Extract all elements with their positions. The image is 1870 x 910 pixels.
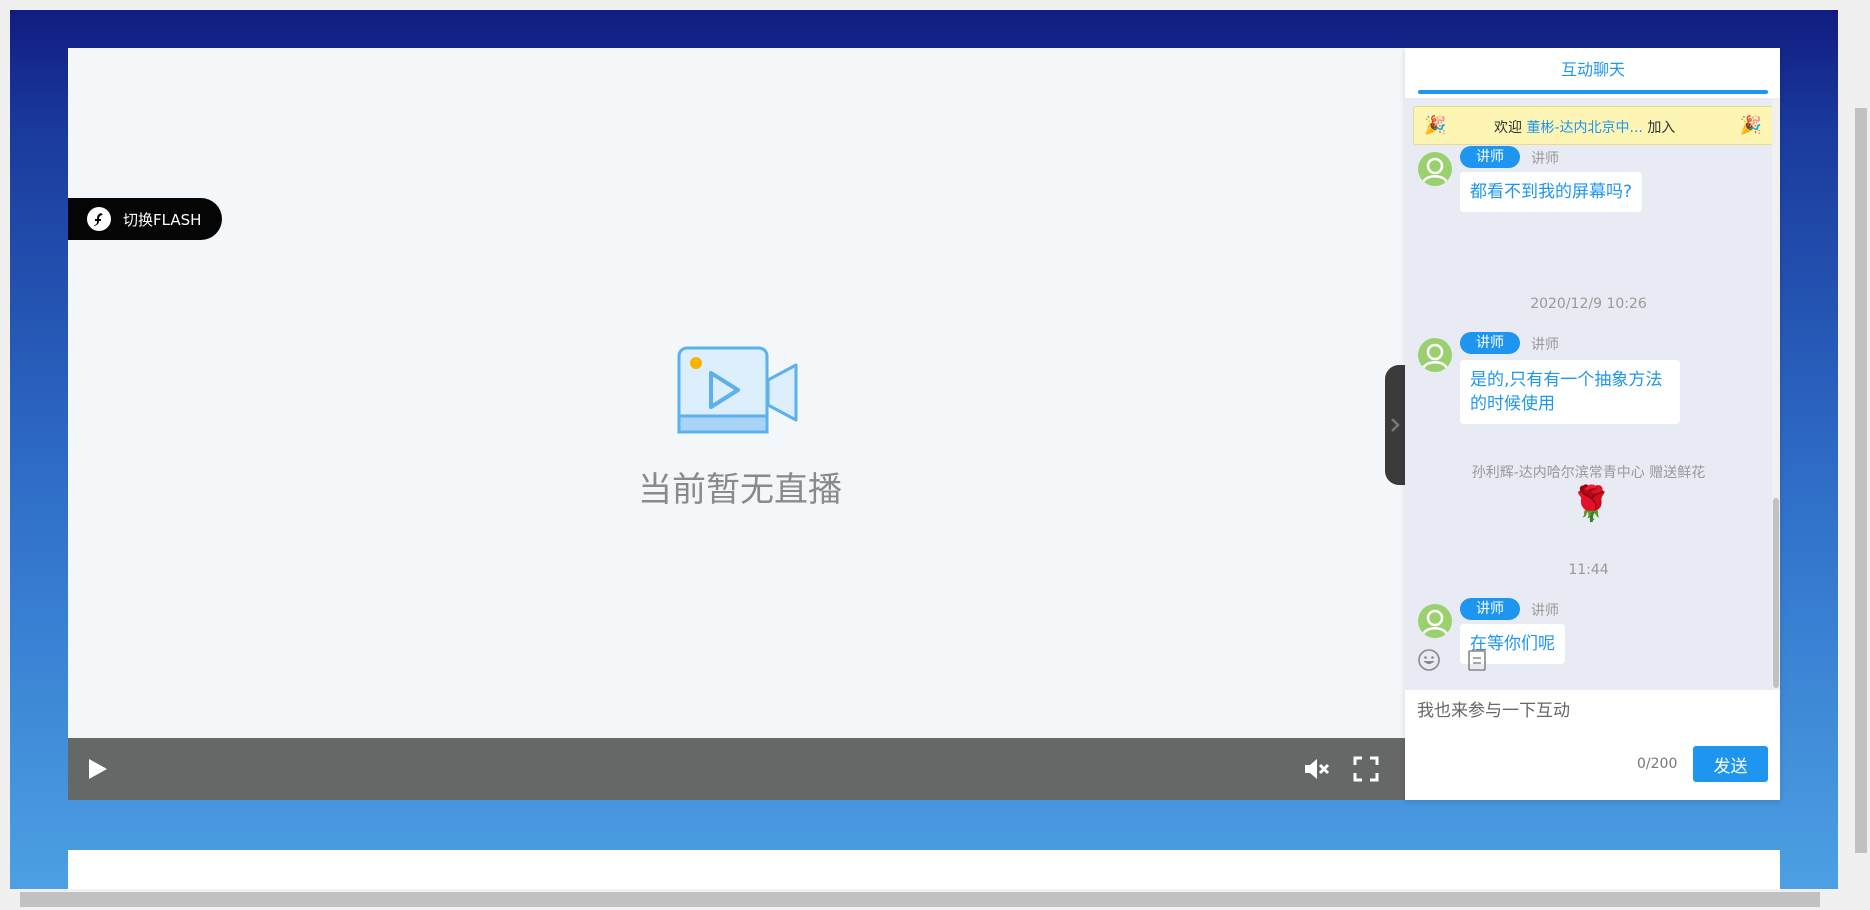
player-control-bar	[68, 738, 1405, 800]
chat-panel: 互动聊天 讲师 讲师 都看不到我的屏幕吗? 2020/12/9 10:26 讲师…	[1405, 48, 1780, 800]
role-name: 讲师	[1531, 151, 1559, 167]
message-bubble: 都看不到我的屏幕吗?	[1460, 172, 1643, 212]
welcome-user-name: 董彬-达内北京中...	[1526, 120, 1643, 136]
message-bubble: 是的,只有有一个抽象方法的时候使用	[1460, 360, 1680, 424]
welcome-text: 欢迎 董彬-达内北京中... 加入	[1494, 117, 1675, 137]
page-horizontal-scroll-thumb[interactable]	[20, 892, 1820, 907]
avatar	[1418, 604, 1452, 638]
send-button[interactable]: 发送	[1693, 746, 1768, 782]
play-icon[interactable]	[84, 756, 110, 782]
party-popper-icon: 🎉	[1424, 115, 1447, 136]
char-count: 0/200	[1637, 756, 1678, 772]
rose-icon: 🌹	[1570, 484, 1613, 524]
role-name: 讲师	[1531, 603, 1559, 619]
role-badge: 讲师	[1460, 332, 1520, 354]
time-label: 11:44	[1568, 562, 1609, 578]
emoji-icon[interactable]	[1417, 648, 1441, 672]
flash-icon	[87, 207, 111, 231]
role-badge: 讲师	[1460, 146, 1520, 168]
lower-content-panel	[68, 850, 1780, 889]
chat-scrollbar[interactable]	[1772, 98, 1780, 690]
page-vertical-scroll-thumb[interactable]	[1855, 108, 1867, 853]
switch-flash-label: 切换FLASH	[123, 210, 202, 229]
welcome-prefix: 欢迎	[1494, 120, 1522, 136]
gift-notice: 孙利辉-达内哈尔滨常青中心 赠送鲜花	[1471, 465, 1706, 481]
camera-icon	[677, 346, 798, 434]
chat-message-list[interactable]: 讲师 讲师 都看不到我的屏幕吗? 2020/12/9 10:26 讲师 讲师 是…	[1405, 98, 1772, 690]
fullscreen-icon[interactable]	[1353, 756, 1379, 782]
switch-flash-button[interactable]: 切换FLASH	[68, 198, 222, 240]
no-live-text: 当前暂无直播	[638, 470, 842, 510]
tab-interactive-chat[interactable]: 互动聊天	[1418, 48, 1768, 92]
welcome-suffix: 加入	[1647, 120, 1676, 136]
avatar	[1418, 152, 1452, 186]
role-badge: 讲师	[1460, 598, 1520, 620]
chat-collapse-handle[interactable]	[1385, 365, 1405, 485]
chat-input[interactable]	[1417, 686, 1767, 736]
party-popper-icon: 🎉	[1739, 115, 1762, 136]
avatar	[1418, 338, 1452, 372]
active-tab-indicator	[1418, 90, 1768, 94]
notes-icon[interactable]	[1465, 648, 1489, 672]
chat-scroll-thumb[interactable]	[1773, 498, 1779, 688]
chevron-right-icon	[1391, 418, 1400, 432]
time-label: 2020/12/9 10:26	[1530, 296, 1647, 312]
welcome-banner: 🎉 欢迎 董彬-达内北京中... 加入 🎉	[1413, 106, 1773, 145]
mute-icon[interactable]	[1303, 756, 1331, 782]
role-name: 讲师	[1531, 337, 1559, 353]
